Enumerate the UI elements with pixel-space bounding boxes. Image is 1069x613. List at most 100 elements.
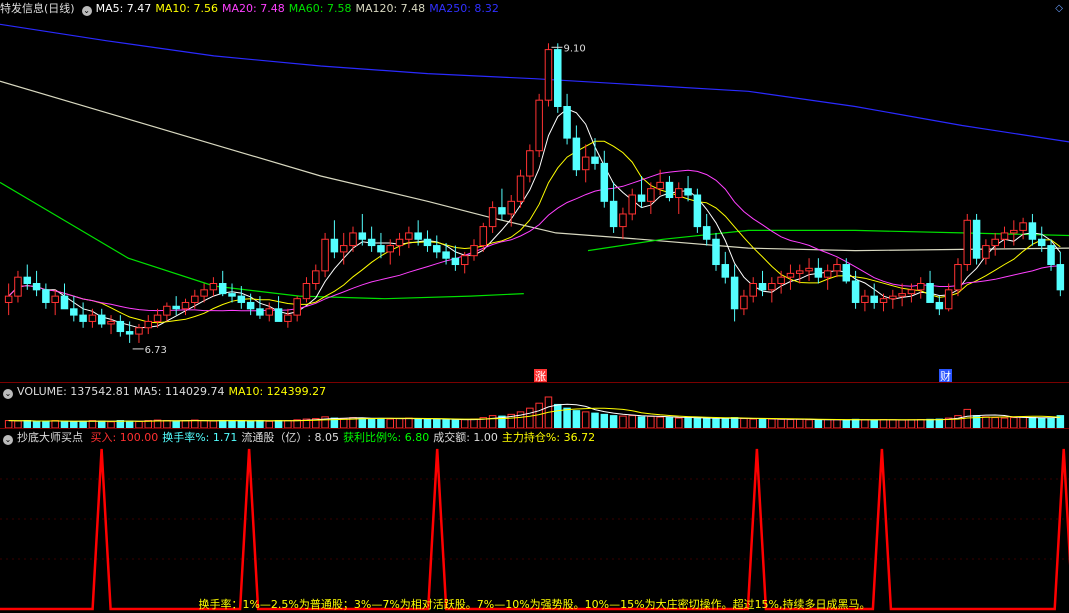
- candle-body: [274, 308, 283, 322]
- volume-ma5: [8, 403, 1061, 422]
- candle-body: [684, 188, 692, 196]
- candle-body: [23, 276, 32, 284]
- indicator-title: 抄底大师买点: [17, 431, 83, 444]
- ma-line-ma120: [0, 80, 1069, 252]
- diamond-icon[interactable]: ◇: [1055, 3, 1063, 14]
- price-panel: 9.10 6.73 涨财 特发信息(日线) ⌄ MA5: 7.47 MA10: 7.56 M…: [0, 0, 1069, 383]
- candle-body: [749, 283, 757, 297]
- candle-body: [768, 283, 776, 291]
- candle-body: [470, 245, 478, 257]
- price-legend-item: MA60: 7.58: [288, 2, 352, 15]
- candle-body: [153, 314, 162, 322]
- candle-body: [125, 331, 134, 335]
- candle-body: [1028, 222, 1037, 240]
- event-mark-label: 涨: [535, 370, 546, 382]
- candle-body: [97, 314, 106, 325]
- collapse-icon[interactable]: ⌄: [3, 389, 13, 399]
- candle-body: [460, 255, 469, 266]
- high-price-label: 9.10: [563, 43, 585, 54]
- candle-body: [535, 99, 543, 152]
- candle-body: [609, 200, 618, 228]
- candle-body: [51, 295, 59, 303]
- candle-body: [730, 276, 739, 310]
- price-legend-item: MA5: 7.47: [95, 2, 152, 15]
- volume-bar: [23, 420, 32, 428]
- candle-body: [972, 219, 981, 259]
- volume-bar: [777, 418, 785, 428]
- volume-bar: [916, 419, 925, 428]
- price-legend-item: MA20: 7.48: [222, 2, 285, 15]
- candle-body: [349, 232, 357, 247]
- candle-body: [163, 305, 171, 316]
- volume-legend: ⌄ VOLUME: 137542.81 MA5: 114029.74 MA10: 12…: [0, 383, 334, 400]
- candle-body: [544, 49, 553, 101]
- candle-body: [740, 295, 748, 310]
- candle-body: [246, 301, 255, 310]
- indicator-legend-item: 流通股（亿）: 8.05: [241, 431, 340, 444]
- collapse-icon[interactable]: ⌄: [81, 6, 92, 16]
- candle-body: [600, 162, 609, 202]
- volume-bar: [758, 418, 767, 428]
- candle-body: [172, 305, 180, 310]
- candle-body: [116, 320, 125, 333]
- candle-body: [237, 295, 246, 303]
- candle-body: [721, 264, 730, 278]
- collapse-icon[interactable]: ⌄: [3, 435, 13, 445]
- candle-body: [32, 283, 41, 291]
- volume-bar: [926, 418, 934, 428]
- candle-body: [591, 156, 599, 164]
- indicator-legend-item: 成交额: 1.00: [433, 431, 498, 444]
- candle-body: [302, 283, 311, 300]
- ma-line-ma250: [0, 23, 1069, 143]
- volume-bar: [209, 420, 218, 428]
- volume-bar: [377, 418, 385, 428]
- chart-title: 特发信息(日线): [0, 2, 75, 15]
- price-legend: 特发信息(日线) ⌄ MA5: 7.47 MA10: 7.56 MA20: 7.48 MA…: [0, 0, 507, 17]
- volume-bar: [572, 410, 581, 428]
- candle-body: [107, 320, 115, 325]
- candle-body: [842, 264, 851, 282]
- volume-bar: [833, 419, 841, 428]
- candle-body: [433, 245, 441, 253]
- candle-body: [228, 293, 236, 297]
- price-legend-item: MA10: 7.56: [155, 2, 219, 15]
- volume-bar: [889, 419, 897, 428]
- price-legend-item: MA250: 8.32: [429, 2, 499, 15]
- candle-body: [1010, 229, 1018, 234]
- candle-body: [777, 276, 785, 284]
- candle-body: [805, 267, 813, 272]
- candle-body: [572, 137, 581, 171]
- volume-bar: [1047, 418, 1055, 428]
- candle-body: [851, 280, 860, 303]
- indicator-panel: ⌄ 抄底大师买点 买入: 100.00 换手率%: 1.71 流通股（亿）: 8.05…: [0, 429, 1069, 612]
- candle-body: [1056, 264, 1065, 291]
- candle-body: [647, 188, 655, 202]
- volume-bar: [665, 417, 674, 428]
- candle-body: [293, 298, 301, 316]
- candle-body: [284, 314, 292, 322]
- indicator-legend-item: 买入: 100.00: [90, 431, 159, 444]
- volume-bar: [200, 420, 208, 428]
- candle-body: [358, 232, 367, 240]
- candle-body: [479, 226, 488, 247]
- volume-bar: [768, 418, 776, 428]
- volume-bar: [246, 420, 255, 428]
- volume-bar: [70, 421, 78, 428]
- volume-bar: [730, 417, 739, 428]
- volume-bar: [237, 420, 246, 428]
- volume-bar: [367, 418, 376, 428]
- candle-body: [954, 264, 962, 291]
- candle-body: [414, 232, 422, 240]
- candle-body: [386, 245, 394, 253]
- volume-bar: [749, 418, 757, 428]
- turnover-note: 换手率：1%—2.5%为普通股；3%—7%为相对活跃股。7%—10%为强势股。1…: [198, 598, 871, 611]
- volume-bar: [339, 418, 348, 428]
- volume-bar: [619, 415, 627, 428]
- volume-bar: [228, 420, 236, 428]
- candle-body: [1019, 222, 1027, 231]
- volume-bar: [107, 421, 115, 428]
- ma-line-ma60: [0, 181, 524, 300]
- volume-bar: [470, 418, 478, 428]
- volume-bar: [675, 417, 683, 428]
- candle-body: [554, 49, 562, 107]
